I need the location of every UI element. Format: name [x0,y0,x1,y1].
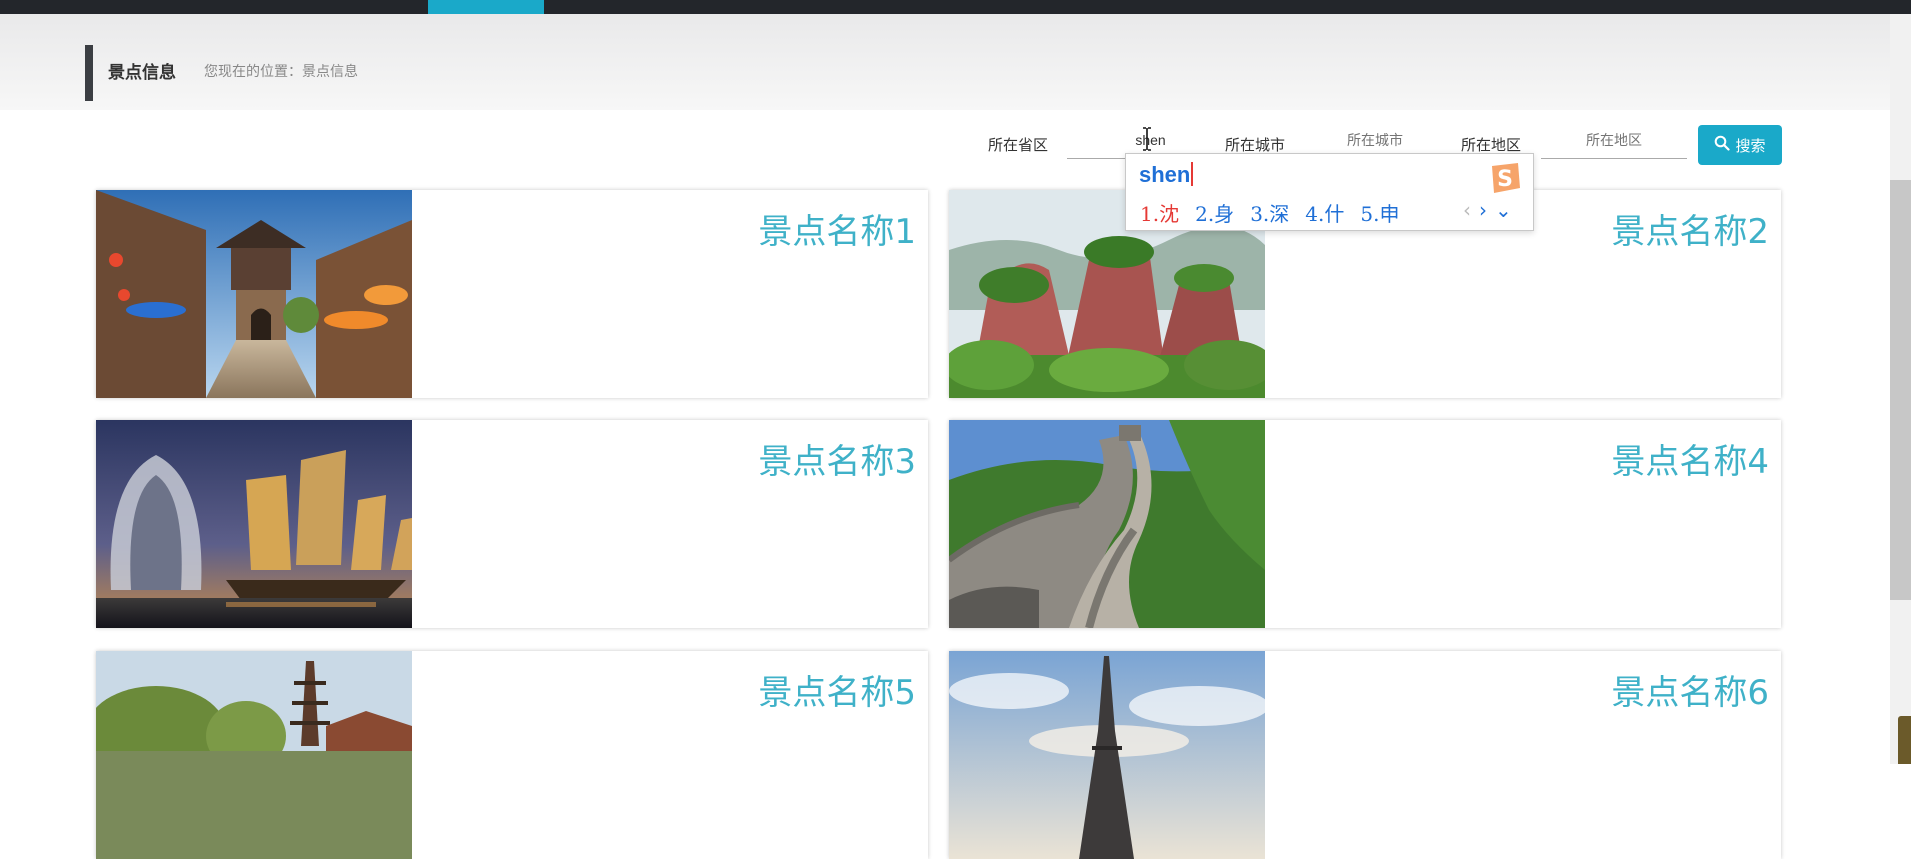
breadcrumb: 您现在的位置：景点信息 [204,64,358,80]
scenic-name: 景点名称3 [758,442,916,482]
ime-nav: ‹ › ⌄ [1463,198,1512,222]
ime-candidate[interactable]: 2.身 [1195,198,1234,227]
top-nav-bar [0,0,1911,14]
scenic-card[interactable]: 景点名称5 [96,651,928,859]
ime-candidate[interactable]: 3.深 [1250,198,1289,227]
ime-candidate-window: shen S 1.沈 2.身 3.深 4.什 5.申 ‹ › ⌄ [1125,153,1534,231]
search-button[interactable]: 搜索 [1698,125,1782,165]
scenic-name: 景点名称5 [758,673,916,713]
ime-prev-page-icon[interactable]: ‹ [1463,198,1471,222]
search-button-label: 搜索 [1735,136,1766,155]
page-title: 景点信息 [108,63,176,83]
scenic-photo [96,420,412,628]
ime-candidate[interactable]: 4.什 [1305,198,1344,227]
scenic-card[interactable]: 景点名称1 [96,190,928,398]
scenic-photo [949,420,1265,628]
scenic-photo [96,651,412,859]
scrollbar-thumb[interactable] [1890,180,1911,600]
ime-next-page-icon[interactable]: › [1479,198,1487,222]
header-accent-bar [85,45,93,101]
ime-candidate[interactable]: 1.沈 [1140,198,1179,227]
ime-candidate-list: 1.沈 2.身 3.深 4.什 5.申 [1140,198,1399,227]
province-label: 所在省区 [988,136,1049,154]
active-nav-tab[interactable] [428,0,544,14]
svg-text:S: S [1497,167,1513,192]
scenic-name: 景点名称1 [758,212,916,252]
sogou-logo-icon: S [1492,163,1520,193]
text-cursor-icon [1143,127,1151,151]
corner-widget [1898,716,1911,764]
district-input[interactable] [1541,122,1687,159]
scenic-card[interactable]: 景点名称3 [96,420,928,628]
scenic-name: 景点名称6 [1611,673,1769,713]
scenic-name: 景点名称2 [1611,212,1769,252]
search-icon [1714,135,1731,155]
scenic-photo [96,190,412,398]
scenic-card[interactable]: 景点名称4 [949,420,1781,628]
ime-composition: shen [1139,162,1194,188]
city-label: 所在城市 [1225,136,1286,154]
scenic-photo [949,651,1265,859]
search-row: 所在省区 所在城市 所在地区 [0,120,1911,170]
ime-candidate[interactable]: 5.申 [1360,198,1399,227]
district-label: 所在地区 [1461,136,1522,154]
scenic-name: 景点名称4 [1611,442,1769,482]
ime-expand-icon[interactable]: ⌄ [1495,198,1512,222]
scenic-card[interactable]: 景点名称6 [949,651,1781,859]
